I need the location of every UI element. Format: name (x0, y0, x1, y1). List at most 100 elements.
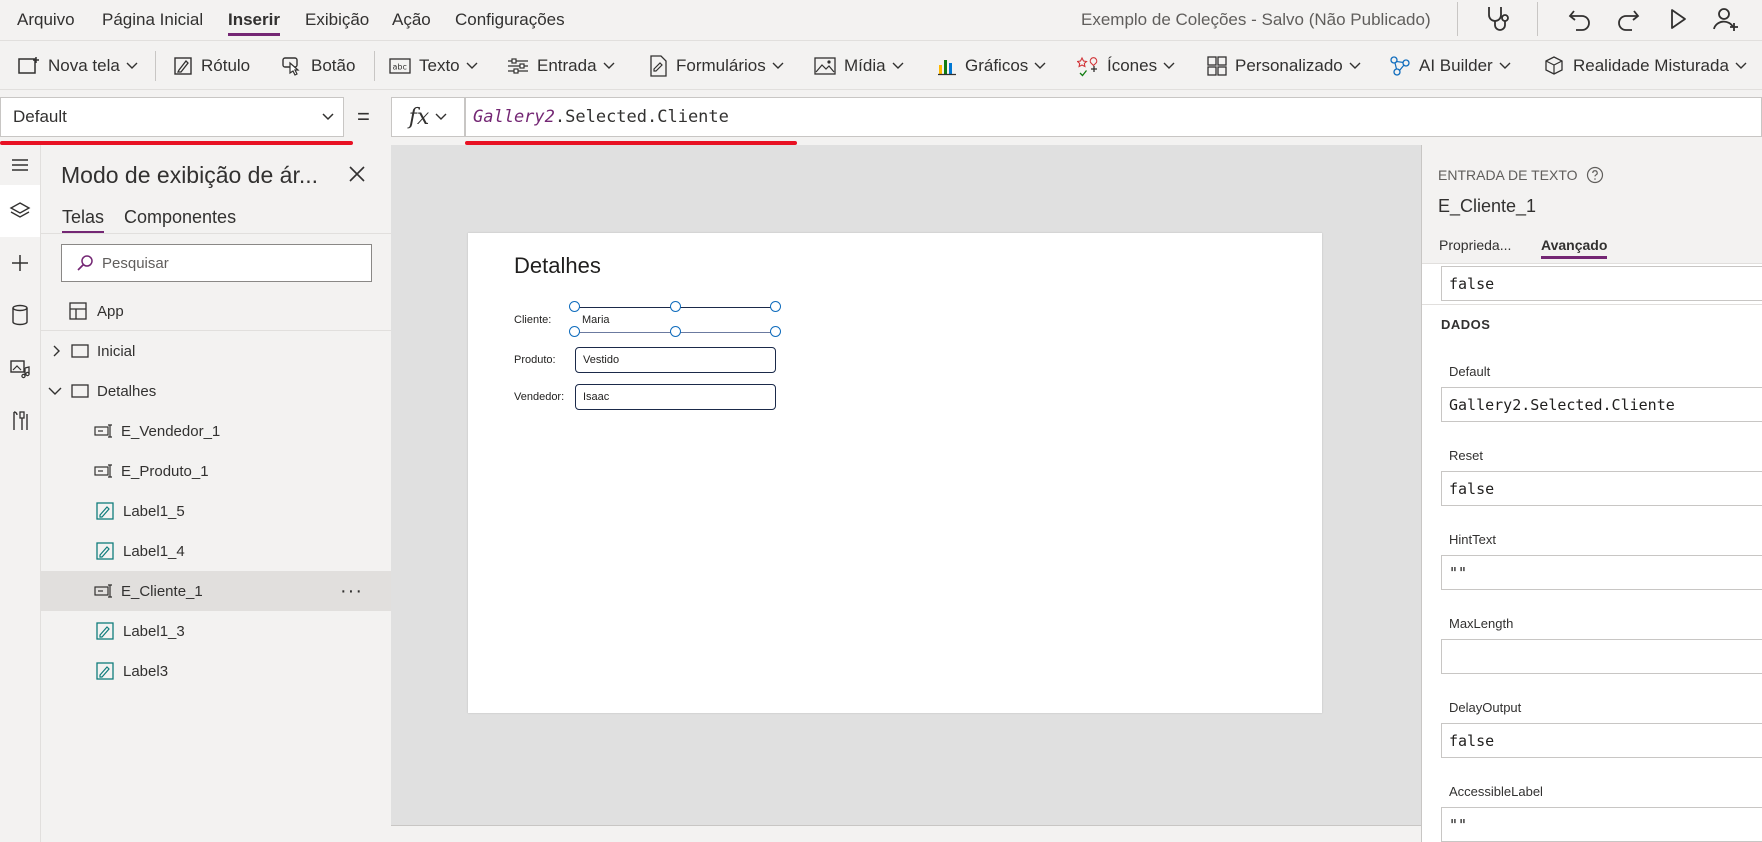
tab-componentes[interactable]: Componentes (124, 207, 236, 228)
share-user-icon[interactable] (1710, 3, 1742, 35)
control-name: E_Cliente_1 (1438, 196, 1537, 216)
entrada-button[interactable]: Entrada (507, 53, 615, 79)
ribbon-separator (155, 51, 156, 81)
reset-property-input[interactable]: false (1441, 471, 1762, 506)
menu-arquivo[interactable]: Arquivo (17, 10, 75, 30)
more-options-icon[interactable]: ··· (340, 580, 363, 603)
realidade-misturada-label: Realidade Misturada (1573, 56, 1729, 75)
vendedor-text-input[interactable]: Isaac (575, 384, 776, 410)
previous-property-value: false (1449, 274, 1495, 293)
icones-button[interactable]: Ícones (1077, 53, 1175, 79)
vendedor-label[interactable]: Vendedor: (514, 391, 564, 403)
texto-label: Texto (419, 56, 460, 75)
tree-item-inicial[interactable]: Inicial (41, 331, 391, 371)
hinttext-property-value: "" (1449, 563, 1468, 582)
chevron-down-icon[interactable] (48, 385, 62, 397)
maxlength-property-input[interactable] (1441, 639, 1762, 674)
icones-label: Ícones (1107, 56, 1158, 75)
tree-item-detalhes[interactable]: Detalhes (41, 371, 391, 411)
resize-handle[interactable] (670, 326, 681, 337)
rotulo-button[interactable]: Rótulo (173, 53, 250, 79)
texto-button[interactable]: abc Texto (389, 53, 478, 79)
previous-property-input[interactable]: false (1441, 266, 1762, 301)
tree-tabs-divider (41, 233, 391, 234)
label-edit-icon (96, 542, 114, 560)
property-dropdown[interactable]: Default (0, 97, 344, 137)
formula-bar: Default = fx Gallery2 .Selected.Cliente (0, 90, 1762, 145)
tree-item-app[interactable]: App (41, 291, 391, 331)
formula-rest-token: .Selected.Cliente (554, 107, 729, 127)
ai-builder-button[interactable]: AI Builder (1389, 53, 1511, 79)
tree-item-label1-3[interactable]: Label1_3 (41, 611, 391, 651)
personalizado-button[interactable]: Personalizado (1207, 53, 1361, 79)
graficos-button[interactable]: Gráficos (937, 53, 1046, 79)
app-title: Exemplo de Coleções - Salvo (Não Publica… (1081, 10, 1431, 29)
realidade-misturada-button[interactable]: Realidade Misturada (1543, 53, 1747, 79)
data-cylinder-icon[interactable] (0, 295, 40, 335)
app-checker-icon[interactable] (1481, 3, 1513, 35)
chevron-down-icon (603, 62, 615, 69)
play-icon[interactable] (1661, 3, 1693, 35)
accessiblelabel-property-input[interactable]: "" (1441, 807, 1762, 842)
properties-panel: ENTRADA DE TEXTO E_Cliente_1 Proprieda..… (1421, 145, 1762, 842)
tree-view-layers-icon[interactable] (0, 185, 40, 237)
resize-handle[interactable] (770, 301, 781, 312)
menu-pagina-inicial[interactable]: Página Inicial (102, 10, 203, 30)
cliente-label[interactable]: Cliente: (514, 314, 551, 326)
chevron-down-icon (435, 113, 447, 120)
screen-detalhes[interactable]: Detalhes Cliente: Maria Produto: Vestido… (468, 233, 1322, 713)
undo-icon[interactable] (1564, 3, 1596, 35)
produto-text-input[interactable]: Vestido (575, 347, 776, 373)
resize-handle[interactable] (670, 301, 681, 312)
ai-builder-label: AI Builder (1419, 56, 1493, 75)
tab-avancado[interactable]: Avançado (1541, 237, 1608, 259)
menu-acao[interactable]: Ação (392, 10, 431, 30)
menu-exibicao[interactable]: Exibição (305, 10, 369, 30)
tree-item-label1-4[interactable]: Label1_4 (41, 531, 391, 571)
media-image-icon (814, 57, 836, 75)
tree-item-e-vendedor-1[interactable]: E_Vendedor_1 (41, 411, 391, 451)
tree-search-input[interactable]: Pesquisar (61, 244, 372, 282)
chevron-down-icon (1034, 62, 1046, 69)
tree-item-label: E_Cliente_1 (121, 582, 203, 600)
insert-ribbon: Nova tela Rótulo Botão abc Texto Entrada… (0, 40, 1762, 90)
canvas-status-bar (391, 825, 1421, 842)
redo-icon[interactable] (1612, 3, 1644, 35)
custom-components-icon (1207, 56, 1227, 76)
resize-handle[interactable] (569, 301, 580, 312)
media-library-icon[interactable] (0, 349, 40, 389)
botao-button[interactable]: Botão (281, 53, 355, 79)
help-icon[interactable] (1586, 166, 1604, 184)
tree-item-label1-5[interactable]: Label1_5 (41, 491, 391, 531)
tab-propriedades[interactable]: Proprieda... (1439, 237, 1511, 253)
formularios-button[interactable]: Formulários (648, 53, 784, 79)
tree-item-e-cliente-1[interactable]: E_Cliente_1 ··· (41, 571, 391, 611)
menu-inserir[interactable]: Inserir (228, 10, 280, 36)
chevron-right-icon[interactable] (50, 345, 62, 357)
tab-telas[interactable]: Telas (62, 207, 105, 234)
fx-button[interactable]: fx (391, 97, 465, 137)
chevron-down-icon (466, 62, 478, 69)
tree-item-label3[interactable]: Label3 (41, 651, 391, 691)
produto-label[interactable]: Produto: (514, 354, 556, 366)
hamburger-menu-icon[interactable] (0, 145, 40, 185)
default-property-input[interactable]: Gallery2.Selected.Cliente (1441, 387, 1762, 422)
entrada-label: Entrada (537, 56, 597, 75)
close-icon[interactable] (348, 165, 366, 183)
tree-item-e-produto-1[interactable]: E_Produto_1 (41, 451, 391, 491)
hinttext-property-input[interactable]: "" (1441, 555, 1762, 590)
menu-bar: Arquivo Página Inicial Inserir Exibição … (0, 0, 1762, 40)
resize-handle[interactable] (770, 326, 781, 337)
resize-handle[interactable] (569, 326, 580, 337)
control-type: ENTRADA DE TEXTO (1438, 166, 1604, 184)
screen-icon (71, 344, 89, 358)
midia-button[interactable]: Mídia (814, 53, 904, 79)
formula-input[interactable]: Gallery2 .Selected.Cliente (465, 97, 1762, 137)
advanced-tools-icon[interactable] (0, 401, 40, 441)
menu-configuracoes[interactable]: Configurações (455, 10, 565, 30)
delayoutput-property-input[interactable]: false (1441, 723, 1762, 758)
insert-plus-icon[interactable] (0, 243, 40, 283)
nova-tela-label: Nova tela (48, 56, 120, 75)
new-screen-icon (18, 57, 39, 74)
nova-tela-button[interactable]: Nova tela (18, 53, 138, 79)
